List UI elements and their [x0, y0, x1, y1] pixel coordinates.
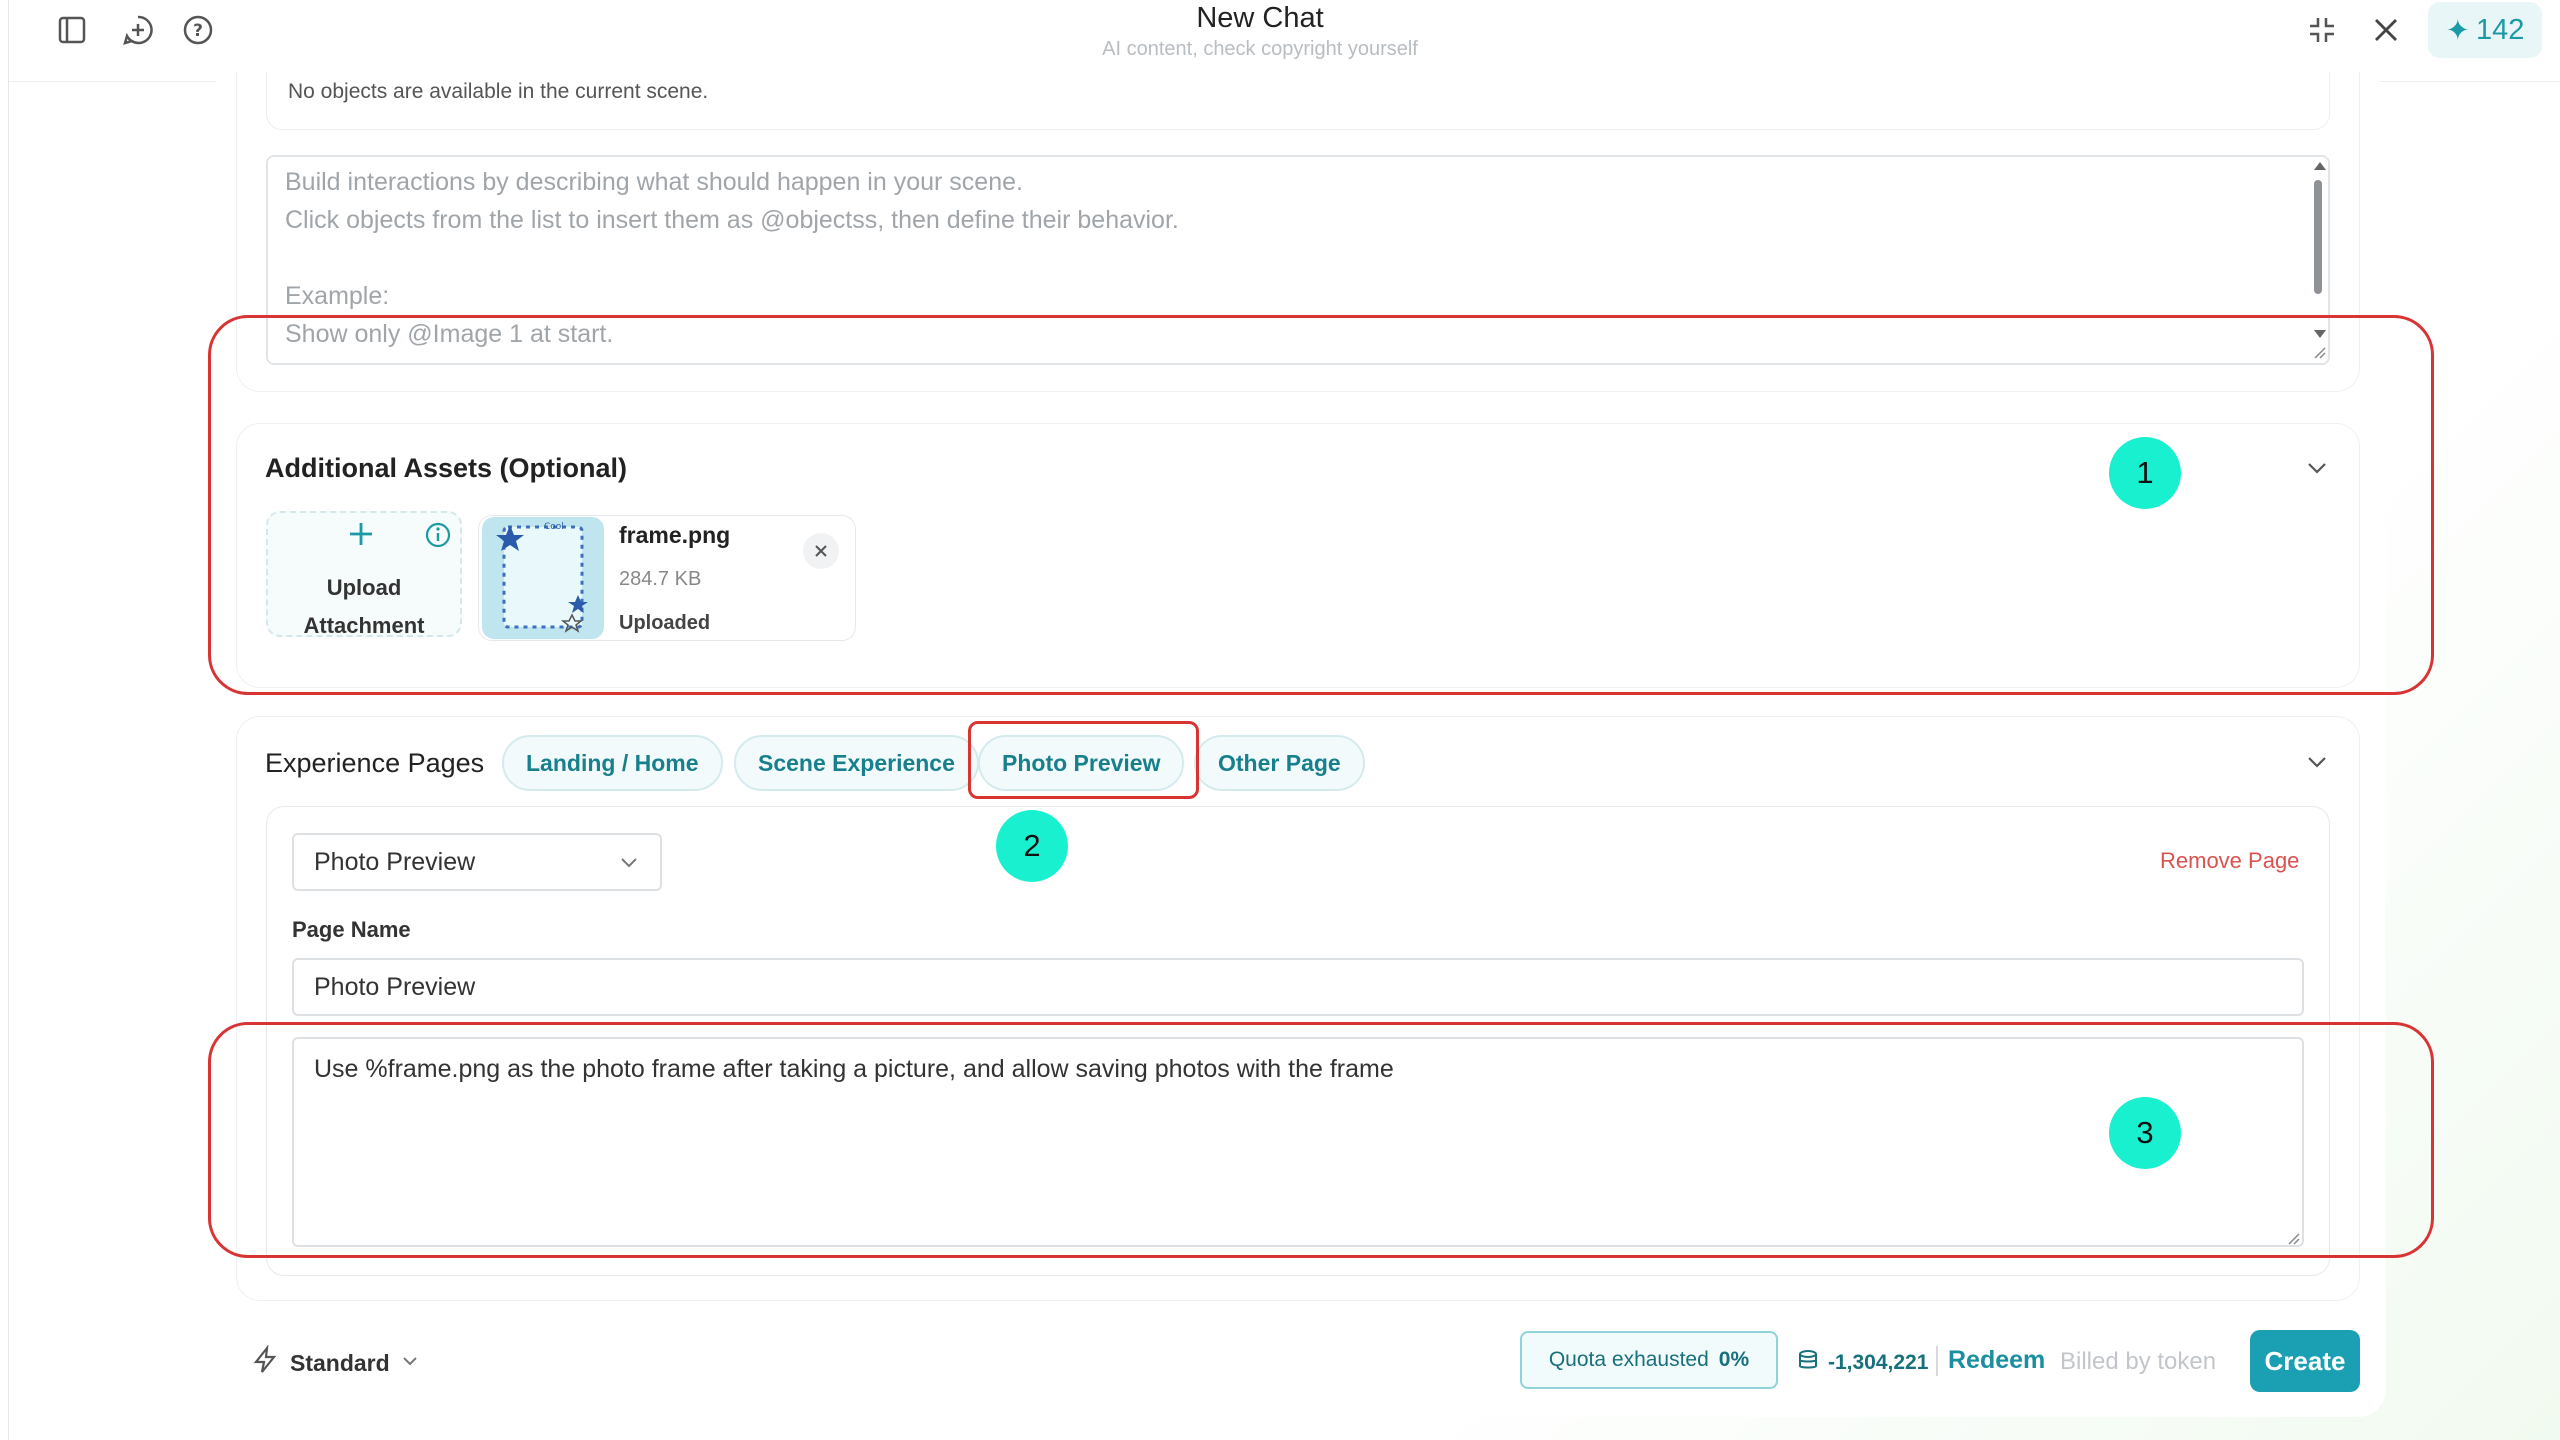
interactions-scroll-thumb[interactable] — [2314, 180, 2322, 294]
sidebar-toggle-icon[interactable] — [50, 8, 94, 52]
billing-note: Billed by token — [2060, 1348, 2217, 1375]
page-type-value: Photo Preview — [314, 847, 476, 876]
new-chat-icon[interactable] — [116, 8, 160, 52]
sparkle-icon: ✦ — [2445, 14, 2470, 47]
annotation-badge-2: 2 — [996, 810, 1068, 882]
quota-status-badge[interactable]: Quota exhausted 0% — [1520, 1331, 1778, 1389]
lightning-icon — [250, 1344, 280, 1381]
annotation-badge-3: 3 — [2109, 1097, 2181, 1169]
token-balance: -1,304,221 — [1796, 1348, 1928, 1378]
help-icon[interactable]: ? — [176, 8, 220, 52]
redeem-link[interactable]: Redeem — [1948, 1346, 2045, 1375]
no-objects-text: No objects are available in the current … — [288, 80, 709, 103]
close-icon[interactable] — [2364, 8, 2408, 52]
chevron-down-icon — [400, 1350, 420, 1377]
tab-landing-home[interactable]: Landing / Home — [502, 735, 723, 791]
credits-count: 142 — [2475, 13, 2525, 46]
page-title: New Chat — [1196, 2, 1324, 34]
tab-scene-experience[interactable]: Scene Experience — [734, 735, 979, 791]
mode-selector[interactable]: Standard — [250, 1344, 420, 1381]
minimize-icon[interactable] — [2300, 8, 2344, 52]
page-name-value: Photo Preview — [314, 972, 476, 1001]
left-divider — [8, 0, 9, 1440]
interactions-placeholder-line-2: Click objects from the list to insert th… — [285, 206, 1179, 234]
page-name-input[interactable]: Photo Preview — [292, 958, 2304, 1016]
create-button[interactable]: Create — [2250, 1330, 2360, 1392]
page-subtitle: AI content, check copyright yourself — [1102, 38, 1418, 60]
annotation-box-3 — [208, 1022, 2434, 1258]
quota-label: Quota exhausted — [1548, 1348, 1709, 1371]
interactions-placeholder-line-3: Example: — [285, 282, 390, 310]
tab-other-page[interactable]: Other Page — [1194, 735, 1365, 791]
svg-text:?: ? — [193, 21, 203, 41]
annotation-box-2 — [968, 721, 1199, 799]
token-balance-value: -1,304,221 — [1828, 1351, 1929, 1374]
page-name-label: Page Name — [292, 917, 411, 942]
credits-badge[interactable]: ✦ 142 — [2428, 2, 2542, 58]
quota-percent: 0% — [1718, 1348, 1750, 1371]
footer-divider — [1936, 1346, 1938, 1376]
database-icon — [1796, 1348, 1820, 1378]
annotation-badge-1: 1 — [2109, 437, 2181, 509]
remove-page-link[interactable]: Remove Page — [2160, 848, 2299, 874]
chevron-down-icon — [618, 851, 640, 880]
interactions-placeholder-line-1: Build interactions by describing what sh… — [285, 168, 1023, 196]
pages-collapse-chevron-icon[interactable] — [2304, 749, 2330, 780]
annotation-box-1 — [208, 315, 2434, 695]
page-type-select[interactable]: Photo Preview — [292, 833, 662, 891]
mode-label: Standard — [290, 1349, 390, 1376]
pages-section-title: Experience Pages — [265, 748, 485, 778]
